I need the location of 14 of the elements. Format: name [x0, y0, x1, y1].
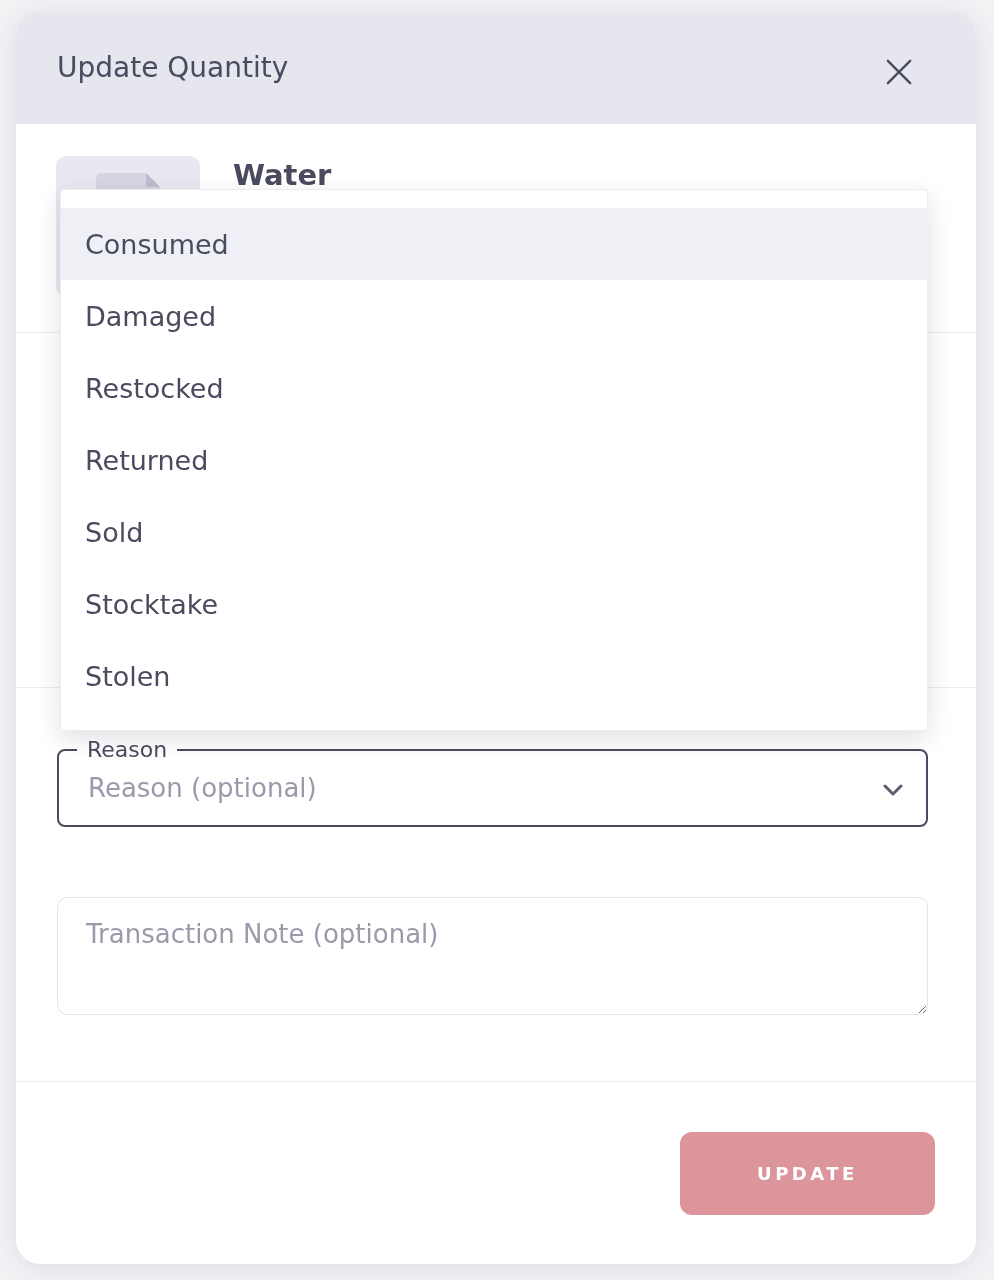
menu-option[interactable]: Consumed [61, 208, 927, 280]
close-icon[interactable] [886, 59, 912, 85]
menu-option[interactable]: Restocked [61, 352, 927, 424]
reason-select[interactable]: Reason Reason (optional) [57, 738, 928, 827]
note-field[interactable]: Transaction Note (optional) [57, 897, 928, 1015]
menu-option[interactable]: Stocktake [61, 568, 927, 640]
dialog-title: Update Quantity [57, 50, 289, 86]
chevron-down-icon [883, 784, 903, 796]
menu-option[interactable]: Sold [61, 496, 927, 568]
menu-option[interactable]: Stolen [61, 640, 927, 712]
product-name: Water [233, 157, 332, 193]
menu-option[interactable]: Damaged [61, 280, 927, 352]
menu-option[interactable]: Returned [61, 424, 927, 496]
field-label: Reason [86, 738, 169, 762]
